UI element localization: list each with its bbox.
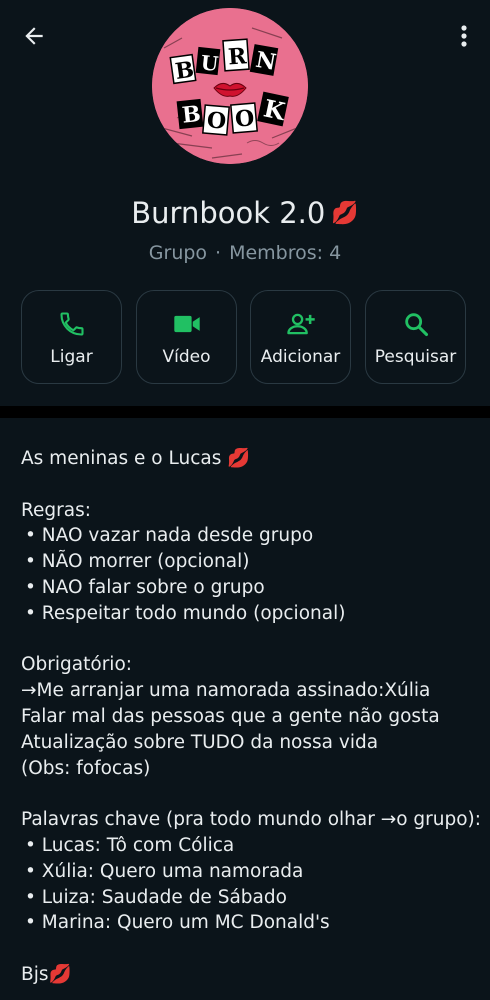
member-count[interactable]: Membros: 4 [229, 242, 341, 264]
logo-letter: B [174, 57, 196, 85]
rule-item: • NÃO morrer (opcional) [25, 551, 250, 573]
mandatory-item: →Me arranjar uma namorada assinado:Xúlia [21, 680, 431, 702]
video-icon [137, 309, 236, 339]
video-button[interactable]: Vídeo [136, 290, 237, 384]
svg-text:O: O [206, 107, 227, 135]
group-type: Grupo [148, 242, 208, 264]
svg-text:U: U [200, 50, 220, 76]
search-icon [366, 309, 465, 339]
keyword-item: • Marina: Quero um MC Donald's [25, 912, 330, 934]
group-subtitle: Grupo · Membros: 4 [0, 242, 490, 264]
call-label: Ligar [50, 347, 93, 367]
add-person-icon [251, 309, 350, 339]
keyword-item: • Lucas: Tô com Cólica [25, 834, 235, 856]
keywords-title: Palavras chave (pra todo mundo olhar →o … [21, 809, 481, 831]
description-intro: As meninas e o Lucas 💋 [21, 448, 251, 469]
keyword-item: • Xúlia: Quero uma namorada [25, 860, 304, 882]
back-arrow-icon[interactable] [18, 20, 50, 52]
action-buttons: Ligar Vídeo Adicionar Pesquisar [21, 290, 469, 386]
search-label: Pesquisar [374, 347, 457, 367]
phone-icon [22, 309, 121, 339]
add-label: Adicionar [260, 347, 341, 367]
mandatory-item: Atualização sobre TUDO da nossa vida [21, 731, 379, 753]
svg-text:B: B [181, 101, 202, 129]
rule-item: • NAO falar sobre o grupo [25, 576, 265, 598]
signoff: Bjs💋 [21, 963, 72, 985]
svg-text:O: O [234, 105, 255, 133]
group-avatar[interactable]: B U R N B O O K [152, 8, 308, 164]
call-button[interactable]: Ligar [21, 290, 122, 384]
add-participant-button[interactable]: Adicionar [250, 290, 351, 384]
rules-title: Regras: [21, 499, 91, 521]
mandatory-title: Obrigatório: [21, 654, 132, 676]
separator: · [215, 242, 222, 264]
group-name: Burnbook 2.0 💋 [0, 196, 490, 230]
video-label: Vídeo [162, 347, 211, 367]
svg-text:R: R [227, 43, 248, 70]
mandatory-item: Falar mal das pessoas que a gente não go… [21, 705, 440, 727]
rule-item: • NAO vazar nada desde grupo [25, 525, 314, 547]
keyword-item: • Luiza: Saudade de Sábado [25, 886, 287, 908]
section-divider [0, 406, 490, 418]
group-name-text: Burnbook 2.0 [131, 196, 326, 230]
kiss-emoji-icon: 💋 [331, 201, 359, 226]
search-button[interactable]: Pesquisar [365, 290, 466, 384]
more-options-icon[interactable] [454, 20, 474, 52]
mandatory-item: (Obs: fofocas) [21, 757, 151, 779]
rule-item: • Respeitar todo mundo (opcional) [25, 602, 346, 624]
group-description[interactable]: As meninas e o Lucas 💋 Regras: • NAO vaz… [21, 446, 481, 988]
